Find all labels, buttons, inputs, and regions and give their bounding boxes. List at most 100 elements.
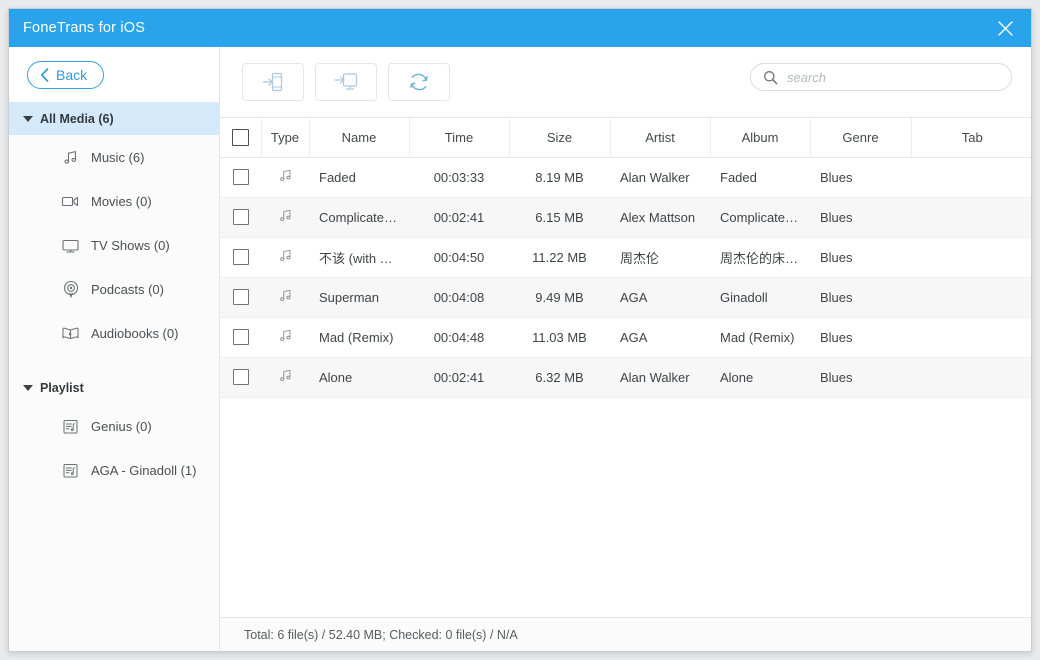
table-row[interactable]: Superman 00:04:08 9.49 MB AGA Ginadoll Blues [220, 277, 1031, 318]
cell-tab [911, 237, 1031, 278]
toolbar [220, 47, 1031, 117]
cell-size: 11.03 MB [509, 317, 610, 358]
column-header-album[interactable]: Album [710, 118, 811, 158]
sidebar-group-all-media[interactable]: All Media (6) [9, 102, 219, 135]
row-checkbox[interactable] [232, 249, 249, 266]
sidebar-item-aga-ginadoll-label: AGA - Ginadoll (1) [91, 462, 197, 478]
cell-artist: Alan Walker [610, 357, 710, 398]
column-header-size[interactable]: Size [509, 118, 611, 158]
refresh-button[interactable] [388, 63, 450, 101]
table-row[interactable]: Faded 00:03:33 8.19 MB Alan Walker Faded Blue… [220, 157, 1031, 198]
table-header: Type Name Time Size Artist Album Genre T… [220, 118, 1031, 158]
cell-name: Mad (Remix) [309, 317, 409, 358]
sidebar-item-podcasts-label: Podcasts (0) [91, 281, 164, 297]
row-type-icon-cell [261, 157, 309, 198]
sidebar-group-playlist[interactable]: Playlist [9, 371, 219, 404]
table-row[interactable]: Mad (Remix) 00:04:48 11.03 MB AGA Mad (Remix… [220, 317, 1031, 358]
tv-icon [61, 236, 80, 255]
column-header-time[interactable]: Time [409, 118, 510, 158]
cell-genre: Blues [810, 237, 911, 278]
music-note-icon [278, 169, 293, 187]
row-checkbox-cell[interactable] [220, 317, 261, 358]
close-icon [997, 20, 1013, 36]
search-input[interactable] [787, 69, 1011, 85]
export-to-device-button[interactable] [242, 63, 304, 101]
sidebar-item-aga-ginadoll[interactable]: AGA - Ginadoll (1) [9, 448, 219, 492]
caret-down-icon [23, 115, 33, 122]
playlist-icon [61, 461, 80, 480]
column-header-genre[interactable]: Genre [810, 118, 912, 158]
back-button-area: Back [9, 47, 219, 102]
row-checkbox[interactable] [232, 209, 249, 226]
cell-tab [911, 197, 1031, 238]
cell-album: Alone [710, 357, 810, 398]
music-note-icon [278, 249, 293, 267]
export-to-pc-button[interactable] [315, 63, 377, 101]
sidebar-item-tv-shows[interactable]: TV Shows (0) [9, 223, 219, 267]
cell-name: Superman [309, 277, 409, 318]
cell-genre: Blues [810, 317, 911, 358]
row-checkbox-cell[interactable] [220, 277, 261, 318]
select-all-checkbox[interactable] [231, 128, 249, 146]
cell-size: 6.15 MB [509, 197, 610, 238]
back-button-label: Back [56, 66, 88, 83]
column-header-name[interactable]: Name [309, 118, 410, 158]
sidebar-item-movies[interactable]: Movies (0) [9, 179, 219, 223]
sidebar-group-all-media-label: All Media (6) [40, 111, 114, 126]
cell-genre: Blues [810, 357, 911, 398]
application-window: FoneTrans for iOS Back All Media (6) Mus… [8, 8, 1032, 652]
row-checkbox-cell[interactable] [220, 157, 261, 198]
table-row[interactable]: Complicated L... 00:02:41 6.15 MB Alex Matt… [220, 197, 1031, 238]
row-checkbox-cell[interactable] [220, 237, 261, 278]
cell-size: 11.22 MB [509, 237, 610, 278]
sidebar-item-audiobooks[interactable]: Audiobooks (0) [9, 311, 219, 355]
table-row[interactable]: 不该 (with aMEI) 00:04:50 11.22 MB 周杰伦 周杰伦的床边.… [220, 237, 1031, 278]
cell-name: Complicated L... [309, 197, 409, 238]
cell-name: Faded [309, 157, 409, 198]
cell-artist: Alex Mattson [610, 197, 710, 238]
row-type-icon-cell [261, 317, 309, 358]
cell-size: 9.49 MB [509, 277, 610, 318]
cell-genre: Blues [810, 277, 911, 318]
caret-down-icon [23, 384, 33, 391]
window-title: FoneTrans for iOS [23, 20, 146, 36]
sidebar-item-genius[interactable]: Genius (0) [9, 404, 219, 448]
row-checkbox[interactable] [232, 369, 249, 386]
cell-name: 不该 (with aMEI) [309, 237, 409, 278]
sidebar-item-music[interactable]: Music (6) [9, 135, 219, 179]
table-empty-area [220, 397, 1031, 617]
row-type-icon-cell [261, 277, 309, 318]
cell-tab [911, 317, 1031, 358]
search-icon [764, 70, 778, 84]
row-checkbox-cell[interactable] [220, 197, 261, 238]
table-row[interactable]: Alone 00:02:41 6.32 MB Alan Walker Alone Blue… [220, 357, 1031, 398]
search-box[interactable] [750, 63, 1012, 91]
sidebar: Back All Media (6) Music (6) Movies (0) … [9, 47, 220, 651]
row-checkbox[interactable] [232, 169, 249, 186]
row-type-icon-cell [261, 357, 309, 398]
music-note-icon [278, 329, 293, 347]
cell-tab [911, 157, 1031, 198]
export-to-phone-icon [262, 72, 283, 92]
select-all-header[interactable] [220, 118, 262, 158]
sidebar-item-podcasts[interactable]: Podcasts (0) [9, 267, 219, 311]
row-checkbox-cell[interactable] [220, 357, 261, 398]
back-button[interactable]: Back [27, 60, 105, 89]
column-header-type[interactable]: Type [261, 118, 310, 158]
cell-time: 00:02:41 [409, 197, 509, 238]
cell-time: 00:03:33 [409, 157, 509, 198]
cell-tab [911, 357, 1031, 398]
cell-artist: AGA [610, 317, 710, 358]
cell-time: 00:04:50 [409, 237, 509, 278]
column-header-artist[interactable]: Artist [610, 118, 711, 158]
cell-album: Faded [710, 157, 810, 198]
close-button[interactable] [979, 9, 1031, 47]
cell-size: 8.19 MB [509, 157, 610, 198]
row-checkbox[interactable] [232, 289, 249, 306]
audiobook-icon [61, 324, 80, 343]
row-checkbox[interactable] [232, 329, 249, 346]
column-header-tab[interactable]: Tab [911, 118, 1031, 158]
cell-artist: AGA [610, 277, 710, 318]
status-bar: Total: 6 file(s) / 52.40 MB; Checked: 0 … [220, 617, 1031, 651]
export-to-pc-icon [334, 73, 358, 90]
